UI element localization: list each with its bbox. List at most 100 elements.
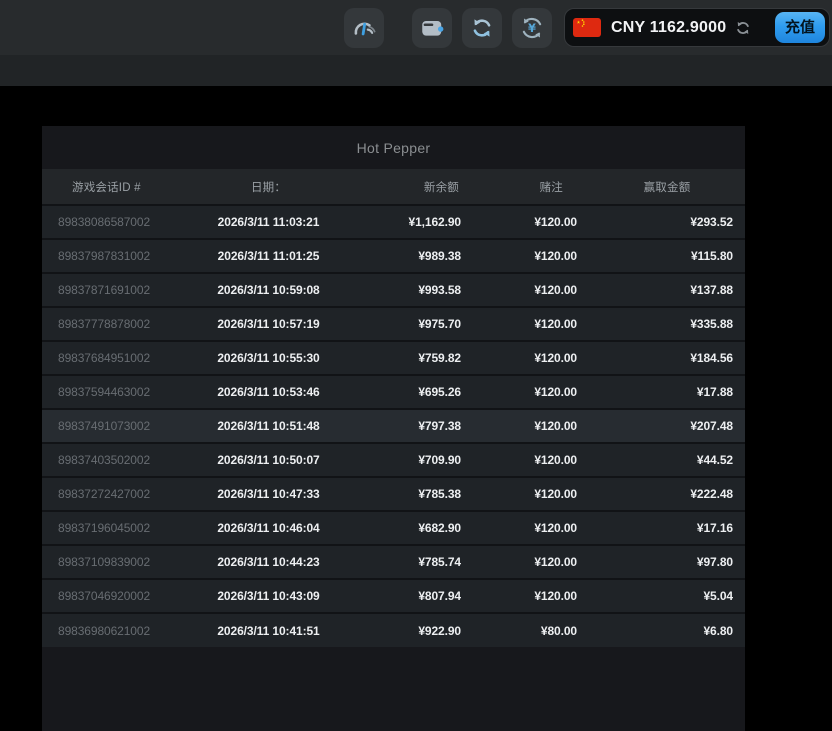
header-new-balance: 新余额	[335, 169, 473, 205]
date-cell: 2026/3/11 10:55:30	[202, 341, 335, 375]
win-amount-cell: ¥222.48	[589, 477, 745, 511]
win-amount-cell: ¥17.88	[589, 375, 745, 409]
win-amount-cell: ¥6.80	[589, 613, 745, 647]
currency-exchange-button[interactable]: ¥	[512, 8, 552, 48]
session-id-cell: 89837196045002	[42, 511, 202, 545]
table-header-row: 游戏会话ID # 日期： 新余额 赌注 赢取金额	[42, 169, 745, 205]
new-balance-cell: ¥975.70	[335, 307, 473, 341]
bet-cell: ¥120.00	[473, 511, 589, 545]
session-id-cell: 89837871691002	[42, 273, 202, 307]
date-cell: 2026/3/11 10:57:19	[202, 307, 335, 341]
table-row: 898374910730022026/3/11 10:51:48¥797.38¥…	[42, 409, 745, 443]
session-id-cell: 89837491073002	[42, 409, 202, 443]
header-bet: 赌注	[473, 169, 589, 205]
date-cell: 2026/3/11 10:53:46	[202, 375, 335, 409]
header-date: 日期：	[202, 169, 335, 205]
new-balance-cell: ¥682.90	[335, 511, 473, 545]
new-balance-cell: ¥709.90	[335, 443, 473, 477]
table-row: 898379878310022026/3/11 11:01:25¥989.38¥…	[42, 239, 745, 273]
balance-pill: CNY 1162.9000 充值	[564, 8, 830, 47]
table-row: 898370469200022026/3/11 10:43:09¥807.94¥…	[42, 579, 745, 613]
wallet-icon	[419, 15, 445, 41]
new-balance-cell: ¥989.38	[335, 239, 473, 273]
table-row: 898371960450022026/3/11 10:46:04¥682.90¥…	[42, 511, 745, 545]
date-cell: 2026/3/11 10:51:48	[202, 409, 335, 443]
bet-cell: ¥120.00	[473, 545, 589, 579]
game-title: Hot Pepper	[42, 126, 745, 169]
top-bar: ¥ CNY 1162.9000 充值	[0, 0, 832, 55]
date-cell: 2026/3/11 10:46:04	[202, 511, 335, 545]
header-session-id: 游戏会话ID #	[42, 169, 202, 205]
date-cell: 2026/3/11 10:50:07	[202, 443, 335, 477]
win-amount-cell: ¥184.56	[589, 341, 745, 375]
session-id-cell: 89837403502002	[42, 443, 202, 477]
win-amount-cell: ¥115.80	[589, 239, 745, 273]
china-flag-icon	[573, 18, 601, 37]
session-id-cell: 89837594463002	[42, 375, 202, 409]
win-amount-cell: ¥207.48	[589, 409, 745, 443]
game-history-panel: Hot Pepper 游戏会话ID # 日期： 新余额 赌注 赢取金额 8983…	[42, 126, 745, 731]
bet-cell: ¥120.00	[473, 409, 589, 443]
session-id-cell: 89837987831002	[42, 239, 202, 273]
bet-cell: ¥80.00	[473, 613, 589, 647]
table-row: 898369806210022026/3/11 10:41:51¥922.90¥…	[42, 613, 745, 647]
win-amount-cell: ¥137.88	[589, 273, 745, 307]
bet-cell: ¥120.00	[473, 341, 589, 375]
recharge-button[interactable]: 充值	[775, 12, 825, 43]
bet-cell: ¥120.00	[473, 477, 589, 511]
date-cell: 2026/3/11 10:59:08	[202, 273, 335, 307]
win-amount-cell: ¥97.80	[589, 545, 745, 579]
table-row: 898380865870022026/3/11 11:03:21¥1,162.9…	[42, 205, 745, 239]
balance-refresh-icon[interactable]	[734, 19, 752, 37]
session-id-cell: 89837684951002	[42, 341, 202, 375]
new-balance-cell: ¥797.38	[335, 409, 473, 443]
currency-exchange-icon: ¥	[519, 15, 545, 41]
table-row: 898376849510022026/3/11 10:55:30¥759.82¥…	[42, 341, 745, 375]
win-amount-cell: ¥17.16	[589, 511, 745, 545]
table-row: 898375944630022026/3/11 10:53:46¥695.26¥…	[42, 375, 745, 409]
new-balance-cell: ¥922.90	[335, 613, 473, 647]
win-amount-cell: ¥293.52	[589, 205, 745, 239]
win-amount-cell: ¥335.88	[589, 307, 745, 341]
table-row: 898372724270022026/3/11 10:47:33¥785.38¥…	[42, 477, 745, 511]
date-cell: 2026/3/11 10:43:09	[202, 579, 335, 613]
bet-cell: ¥120.00	[473, 273, 589, 307]
table-row: 898371098390022026/3/11 10:44:23¥785.74¥…	[42, 545, 745, 579]
date-cell: 2026/3/11 11:03:21	[202, 205, 335, 239]
session-id-cell: 89837272427002	[42, 477, 202, 511]
bet-cell: ¥120.00	[473, 579, 589, 613]
new-balance-cell: ¥785.74	[335, 545, 473, 579]
session-id-cell: 89837046920002	[42, 579, 202, 613]
bet-cell: ¥120.00	[473, 375, 589, 409]
session-id-cell: 89837109839002	[42, 545, 202, 579]
session-table-body: 898380865870022026/3/11 11:03:21¥1,162.9…	[42, 205, 745, 647]
new-balance-cell: ¥785.38	[335, 477, 473, 511]
date-cell: 2026/3/11 11:01:25	[202, 239, 335, 273]
svg-text:¥: ¥	[528, 21, 536, 35]
balance-amount: CNY 1162.9000	[611, 19, 726, 37]
bet-cell: ¥120.00	[473, 307, 589, 341]
date-cell: 2026/3/11 10:41:51	[202, 613, 335, 647]
header-win-amount: 赢取金额	[589, 169, 745, 205]
session-history-table: 游戏会话ID # 日期： 新余额 赌注 赢取金额 898380865870022…	[42, 169, 745, 647]
wallet-button[interactable]	[412, 8, 452, 48]
secondary-bar	[0, 55, 832, 86]
win-amount-cell: ¥5.04	[589, 579, 745, 613]
new-balance-cell: ¥993.58	[335, 273, 473, 307]
new-balance-cell: ¥759.82	[335, 341, 473, 375]
session-id-cell: 89838086587002	[42, 205, 202, 239]
session-id-cell: 89837778878002	[42, 307, 202, 341]
table-row: 898378716910022026/3/11 10:59:08¥993.58¥…	[42, 273, 745, 307]
new-balance-cell: ¥1,162.90	[335, 205, 473, 239]
bet-cell: ¥120.00	[473, 239, 589, 273]
date-cell: 2026/3/11 10:44:23	[202, 545, 335, 579]
date-cell: 2026/3/11 10:47:33	[202, 477, 335, 511]
speedometer-button[interactable]	[344, 8, 384, 48]
refresh-icon	[469, 15, 495, 41]
session-id-cell: 89836980621002	[42, 613, 202, 647]
win-amount-cell: ¥44.52	[589, 443, 745, 477]
table-row: 898377788780022026/3/11 10:57:19¥975.70¥…	[42, 307, 745, 341]
refresh-button[interactable]	[462, 8, 502, 48]
bet-cell: ¥120.00	[473, 443, 589, 477]
bet-cell: ¥120.00	[473, 205, 589, 239]
